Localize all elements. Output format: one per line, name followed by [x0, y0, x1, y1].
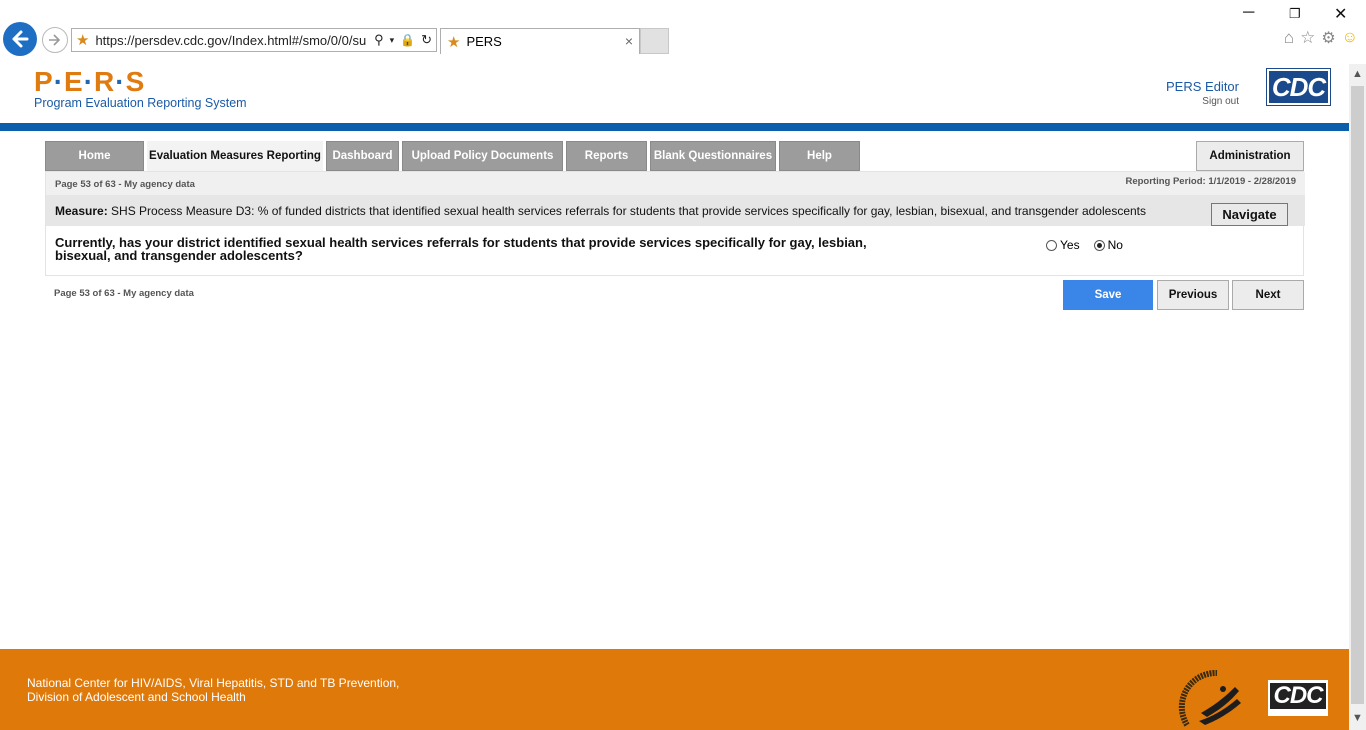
favorite-star-icon: ★ — [76, 32, 90, 49]
home-icon[interactable]: ⌂ — [1284, 28, 1294, 48]
tab-favicon-icon: ★ — [447, 33, 461, 51]
new-tab-button[interactable] — [640, 28, 669, 54]
option-yes-label: Yes — [1060, 238, 1080, 252]
tab-blank-questionnaires[interactable]: Blank Questionnaires — [650, 141, 776, 171]
question-line-2: bisexual, and transgender adolescents? — [55, 248, 303, 263]
page-info: Page 53 of 63 - My agency data — [55, 179, 195, 190]
save-button[interactable]: Save — [1063, 280, 1153, 310]
browser-chrome: ★ https://persdev.cdc.gov/Index.html#/sm… — [0, 0, 1366, 58]
pers-logo[interactable]: P·E·R·S Program Evaluation Reporting Sys… — [34, 66, 247, 110]
question-text: Currently, has your district identified … — [55, 236, 915, 262]
tab-upload-policy-documents[interactable]: Upload Policy Documents — [402, 141, 563, 171]
footer-text: National Center for HIV/AIDS, Viral Hepa… — [27, 676, 399, 704]
tab-dashboard[interactable]: Dashboard — [326, 141, 399, 171]
signout-link[interactable]: Sign out — [1166, 96, 1239, 107]
question-panel: Page 53 of 63 - My agency data Reporting… — [45, 171, 1305, 276]
back-button[interactable] — [3, 22, 37, 56]
arrow-left-icon — [12, 30, 29, 48]
gear-icon[interactable]: ⚙ — [1321, 28, 1335, 48]
scrollbar-thumb[interactable] — [1351, 86, 1364, 704]
logo-subtitle: Program Evaluation Reporting System — [34, 96, 247, 110]
administration-button[interactable]: Administration — [1196, 141, 1304, 171]
user-role: PERS Editor — [1166, 79, 1239, 94]
main-nav: Home Evaluation Measures Reporting Dashb… — [45, 141, 860, 171]
tab-home[interactable]: Home — [45, 141, 144, 171]
page: P·E·R·S Program Evaluation Reporting Sys… — [0, 58, 1349, 730]
restore-icon[interactable]: ❐ — [1289, 6, 1301, 22]
navigate-button[interactable]: Navigate — [1211, 203, 1288, 226]
hhs-seal-icon — [1178, 669, 1241, 727]
smiley-icon[interactable]: ☺ — [1342, 29, 1358, 47]
minimize-icon[interactable]: ─ — [1243, 4, 1254, 22]
tab-reports[interactable]: Reports — [566, 141, 647, 171]
user-area: PERS Editor Sign out — [1166, 79, 1239, 107]
previous-button[interactable]: Previous — [1157, 280, 1229, 310]
option-yes[interactable]: Yes — [1046, 238, 1080, 252]
footer-cdc-logo: CDC — [1268, 680, 1328, 716]
lock-icon: 🔒 — [400, 33, 416, 47]
vertical-scrollbar[interactable]: ▲ ▼ — [1349, 64, 1366, 730]
cdc-logo: CDC — [1266, 68, 1331, 106]
logo-text: P·E·R·S — [34, 66, 146, 97]
page-info-bar: Page 53 of 63 - My agency data Reporting… — [46, 172, 1305, 195]
radio-no[interactable] — [1093, 239, 1105, 251]
tab-evaluation-measures-reporting[interactable]: Evaluation Measures Reporting — [147, 141, 323, 171]
measure-bar: Measure: SHS Process Measure D3: % of fu… — [46, 195, 1305, 226]
radio-yes[interactable] — [1046, 239, 1057, 251]
page-info-bottom: Page 53 of 63 - My agency data — [54, 288, 194, 299]
footer-line-2: Division of Adolescent and School Health — [27, 690, 246, 704]
close-window-icon[interactable]: ✕ — [1334, 4, 1347, 24]
measure-label: Measure: — [55, 204, 108, 218]
dropdown-icon[interactable]: ▾ — [390, 35, 395, 46]
measure-text-wrap: Measure: SHS Process Measure D3: % of fu… — [55, 204, 1146, 218]
forward-button[interactable] — [42, 27, 68, 53]
footer-line-1: National Center for HIV/AIDS, Viral Hepa… — [27, 676, 400, 690]
footer-cdc-text: CDC — [1270, 682, 1326, 709]
tab-help[interactable]: Help — [779, 141, 860, 171]
answer-options: Yes No — [1046, 238, 1123, 252]
scroll-down-icon[interactable]: ▼ — [1352, 712, 1363, 724]
url-text: https://persdev.cdc.gov/Index.html#/smo/… — [95, 32, 368, 48]
header-divider — [0, 123, 1349, 131]
scroll-up-icon[interactable]: ▲ — [1352, 68, 1363, 80]
reporting-period: Reporting Period: 1/1/2019 - 2/28/2019 — [1125, 176, 1296, 187]
option-no-label: No — [1107, 238, 1123, 252]
close-tab-icon[interactable]: × — [625, 33, 633, 49]
browser-tab[interactable]: ★ PERS × — [440, 28, 640, 54]
arrow-right-icon — [49, 34, 61, 46]
refresh-icon[interactable]: ↻ — [421, 32, 432, 48]
footer: National Center for HIV/AIDS, Viral Hepa… — [0, 649, 1349, 730]
address-bar[interactable]: ★ https://persdev.cdc.gov/Index.html#/sm… — [71, 28, 437, 52]
next-button[interactable]: Next — [1232, 280, 1304, 310]
option-no[interactable]: No — [1093, 238, 1123, 252]
tab-title: PERS — [466, 34, 502, 49]
search-icon[interactable]: ⚲ — [374, 32, 384, 48]
favorites-icon[interactable]: ☆ — [1300, 28, 1315, 48]
measure-text: SHS Process Measure D3: % of funded dist… — [111, 204, 1146, 218]
